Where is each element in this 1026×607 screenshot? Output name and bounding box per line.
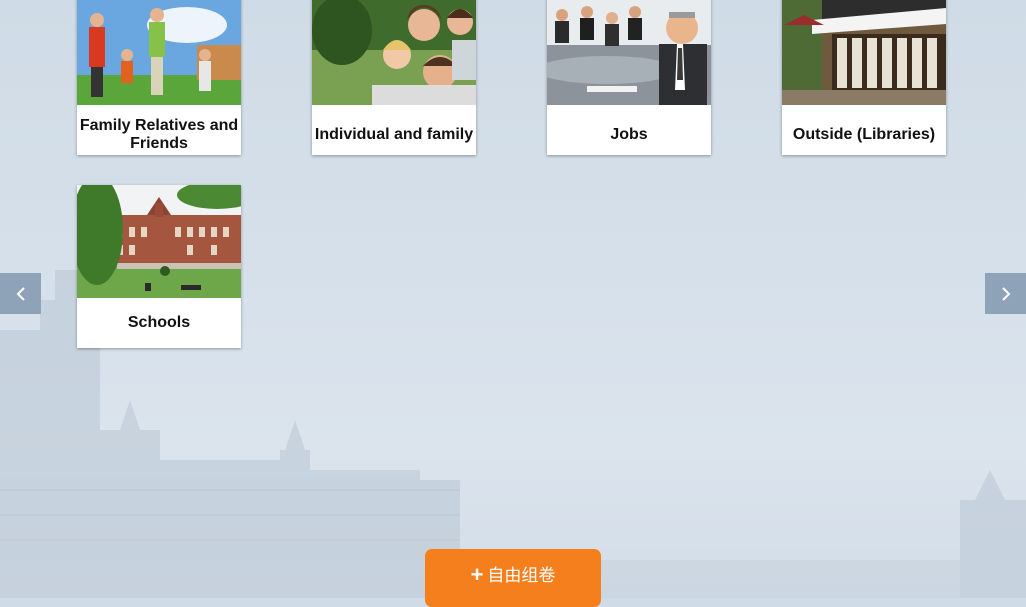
free-compose-button[interactable]: + 自由组卷 — [425, 549, 601, 607]
chevron-left-icon — [16, 286, 25, 301]
previous-page-button[interactable] — [0, 273, 41, 314]
school-building-photo — [77, 185, 241, 298]
category-card-jobs[interactable]: Jobs — [547, 0, 711, 155]
compose-button-label: 自由组卷 — [487, 566, 556, 586]
plus-icon: + — [470, 562, 484, 587]
category-card-family-relatives[interactable]: Family Relatives and Friends — [77, 0, 241, 155]
next-page-button[interactable] — [985, 273, 1026, 314]
family-outdoors-photo — [77, 0, 241, 105]
card-label: Family Relatives and Friends — [79, 117, 239, 152]
card-label: Outside (Libraries) — [792, 126, 936, 143]
family-portrait-photo — [312, 0, 476, 105]
business-meeting-photo — [547, 0, 711, 105]
card-label: Jobs — [610, 126, 648, 143]
category-card-schools[interactable]: Schools — [77, 185, 241, 348]
category-card-individual-family[interactable]: Individual and family — [312, 0, 476, 155]
card-label: Individual and family — [314, 126, 474, 143]
street-cafe-photo — [782, 0, 946, 105]
chevron-right-icon — [1001, 286, 1010, 301]
card-label: Schools — [127, 314, 191, 331]
category-card-outside-libraries[interactable]: Outside (Libraries) — [782, 0, 946, 155]
